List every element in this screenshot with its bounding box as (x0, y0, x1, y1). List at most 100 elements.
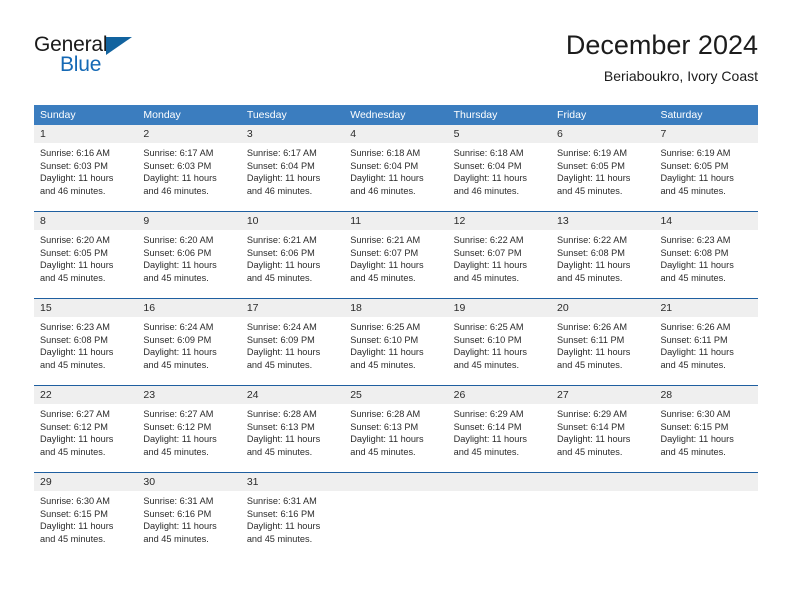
day-cell[interactable]: Sunrise: 6:17 AM Sunset: 6:04 PM Daylight:… (241, 143, 344, 211)
title-block: December 2024 Beriaboukro, Ivory Coast (566, 28, 758, 87)
day-daylight-text: and 45 minutes. (40, 359, 106, 370)
day-cell[interactable]: Sunrise: 6:27 AM Sunset: 6:12 PM Daylight:… (34, 404, 137, 472)
day-number[interactable]: 8 (34, 212, 137, 230)
day-number[interactable]: 24 (241, 386, 344, 404)
day-daylight-text: and 45 minutes. (143, 446, 209, 457)
day-number-empty (447, 473, 552, 491)
day-sunrise-text: Sunrise: 6:20 AM (40, 235, 110, 245)
day-number[interactable]: 23 (137, 386, 240, 404)
day-sunset-text: Sunset: 6:08 PM (660, 247, 729, 258)
day-cell[interactable]: Sunrise: 6:28 AM Sunset: 6:13 PM Daylight:… (344, 404, 447, 472)
day-cell[interactable]: Sunrise: 6:31 AM Sunset: 6:16 PM Daylight:… (137, 491, 240, 559)
day-info-row: Sunrise: 6:30 AM Sunset: 6:15 PM Daylight:… (34, 491, 758, 559)
day-number[interactable]: 25 (344, 386, 447, 404)
day-daylight-text: and 45 minutes. (246, 272, 313, 283)
day-daylight-text: Daylight: 11 hours (246, 260, 321, 271)
day-number[interactable]: 9 (137, 212, 240, 230)
day-cell[interactable]: Sunrise: 6:24 AM Sunset: 6:09 PM Daylight:… (137, 317, 240, 385)
day-cell[interactable]: Sunrise: 6:24 AM Sunset: 6:09 PM Daylight:… (241, 317, 344, 385)
day-daylight-text: and 46 minutes. (246, 185, 313, 196)
day-cell[interactable]: Sunrise: 6:22 AM Sunset: 6:07 PM Daylight:… (448, 230, 551, 298)
day-cell[interactable]: Sunrise: 6:25 AM Sunset: 6:10 PM Daylight:… (344, 317, 447, 385)
day-daylight-text: Daylight: 11 hours (557, 173, 631, 184)
day-daylight-text: and 45 minutes. (557, 446, 623, 457)
day-cell[interactable]: Sunrise: 6:19 AM Sunset: 6:05 PM Daylight:… (551, 143, 654, 211)
day-cell[interactable]: Sunrise: 6:30 AM Sunset: 6:15 PM Daylight:… (654, 404, 757, 472)
day-cell[interactable]: Sunrise: 6:30 AM Sunset: 6:15 PM Daylight:… (34, 491, 137, 559)
day-daylight-text: Daylight: 11 hours (453, 260, 527, 271)
day-number[interactable]: 20 (551, 299, 654, 317)
day-sunset-text: Sunset: 6:04 PM (453, 160, 522, 171)
calendar-week-row: 1 2 3 4 5 6 7 Sunrise: 6:16 AM Sunset: 6:03 PM Da… (34, 125, 758, 211)
general-blue-logo[interactable]: General Blue (34, 34, 144, 86)
day-number[interactable]: 1 (34, 125, 137, 143)
day-daylight-text: and 45 minutes. (350, 359, 416, 370)
day-cell[interactable]: Sunrise: 6:18 AM Sunset: 6:04 PM Daylight:… (448, 143, 551, 211)
day-number[interactable]: 30 (137, 473, 240, 491)
day-number[interactable]: 21 (654, 299, 757, 317)
day-sunrise-text: Sunrise: 6:30 AM (40, 496, 110, 506)
day-number[interactable]: 13 (551, 212, 654, 230)
day-info-row: Sunrise: 6:27 AM Sunset: 6:12 PM Daylight:… (34, 404, 758, 472)
day-cell[interactable]: Sunrise: 6:20 AM Sunset: 6:05 PM Daylight:… (34, 230, 137, 298)
day-number[interactable]: 12 (448, 212, 551, 230)
day-sunrise-text: Sunrise: 6:28 AM (350, 409, 421, 419)
day-number[interactable]: 27 (551, 386, 654, 404)
day-number[interactable]: 16 (137, 299, 240, 317)
day-cell[interactable]: Sunrise: 6:31 AM Sunset: 6:16 PM Daylight:… (241, 491, 344, 559)
day-number[interactable]: 4 (344, 125, 447, 143)
day-number[interactable]: 10 (241, 212, 344, 230)
weekday-header-saturday: Saturday (654, 105, 758, 125)
day-cell[interactable]: Sunrise: 6:25 AM Sunset: 6:10 PM Daylight:… (448, 317, 551, 385)
day-cell[interactable]: Sunrise: 6:21 AM Sunset: 6:06 PM Daylight:… (241, 230, 344, 298)
day-cell[interactable]: Sunrise: 6:27 AM Sunset: 6:12 PM Daylight:… (137, 404, 240, 472)
day-sunrise-text: Sunrise: 6:18 AM (350, 148, 421, 158)
day-sunset-text: Sunset: 6:10 PM (350, 334, 419, 345)
day-cell[interactable]: Sunrise: 6:29 AM Sunset: 6:14 PM Daylight:… (448, 404, 551, 472)
day-cell[interactable]: Sunrise: 6:16 AM Sunset: 6:03 PM Daylight:… (34, 143, 137, 211)
day-sunset-text: Sunset: 6:13 PM (350, 421, 419, 432)
day-daylight-text: and 45 minutes. (660, 359, 726, 370)
day-number[interactable]: 11 (344, 212, 447, 230)
day-daylight-text: and 45 minutes. (557, 359, 623, 370)
day-number[interactable]: 7 (654, 125, 757, 143)
day-number[interactable]: 29 (34, 473, 137, 491)
day-number[interactable]: 17 (241, 299, 344, 317)
day-number[interactable]: 15 (34, 299, 137, 317)
day-number[interactable]: 18 (344, 299, 447, 317)
day-cell[interactable]: Sunrise: 6:23 AM Sunset: 6:08 PM Daylight:… (34, 317, 137, 385)
day-daylight-text: Daylight: 11 hours (40, 521, 114, 532)
day-sunrise-text: Sunrise: 6:30 AM (660, 409, 731, 419)
day-sunset-text: Sunset: 6:08 PM (40, 334, 108, 345)
day-cell[interactable]: Sunrise: 6:18 AM Sunset: 6:04 PM Daylight:… (344, 143, 447, 211)
day-number-row: 22 23 24 25 26 27 28 (34, 386, 758, 404)
day-number[interactable]: 2 (137, 125, 240, 143)
day-daylight-text: and 45 minutes. (557, 272, 623, 283)
day-cell[interactable]: Sunrise: 6:22 AM Sunset: 6:08 PM Daylight:… (551, 230, 654, 298)
day-cell[interactable]: Sunrise: 6:19 AM Sunset: 6:05 PM Daylight:… (654, 143, 757, 211)
day-cell[interactable]: Sunrise: 6:17 AM Sunset: 6:03 PM Daylight:… (137, 143, 240, 211)
day-cell[interactable]: Sunrise: 6:20 AM Sunset: 6:06 PM Daylight:… (137, 230, 240, 298)
day-daylight-text: and 45 minutes. (40, 446, 106, 457)
day-number[interactable]: 28 (654, 386, 757, 404)
day-cell-empty (344, 491, 448, 559)
day-number[interactable]: 19 (448, 299, 551, 317)
day-number[interactable]: 31 (241, 473, 344, 491)
day-number[interactable]: 3 (241, 125, 344, 143)
day-sunset-text: Sunset: 6:12 PM (143, 421, 212, 432)
day-number[interactable]: 26 (448, 386, 551, 404)
day-cell[interactable]: Sunrise: 6:26 AM Sunset: 6:11 PM Daylight:… (654, 317, 757, 385)
day-number[interactable]: 5 (448, 125, 551, 143)
day-cell[interactable]: Sunrise: 6:26 AM Sunset: 6:11 PM Daylight:… (551, 317, 654, 385)
day-cell[interactable]: Sunrise: 6:23 AM Sunset: 6:08 PM Daylight:… (654, 230, 757, 298)
day-number[interactable]: 14 (654, 212, 757, 230)
day-cell[interactable]: Sunrise: 6:21 AM Sunset: 6:07 PM Daylight:… (344, 230, 447, 298)
day-number[interactable]: 6 (551, 125, 654, 143)
day-sunrise-text: Sunrise: 6:16 AM (40, 148, 110, 158)
day-daylight-text: and 45 minutes. (350, 446, 416, 457)
day-cell[interactable]: Sunrise: 6:28 AM Sunset: 6:13 PM Daylight:… (241, 404, 344, 472)
day-cell[interactable]: Sunrise: 6:29 AM Sunset: 6:14 PM Daylight:… (551, 404, 654, 472)
day-daylight-text: and 45 minutes. (143, 533, 209, 544)
day-sunset-text: Sunset: 6:06 PM (143, 247, 212, 258)
day-number[interactable]: 22 (34, 386, 137, 404)
